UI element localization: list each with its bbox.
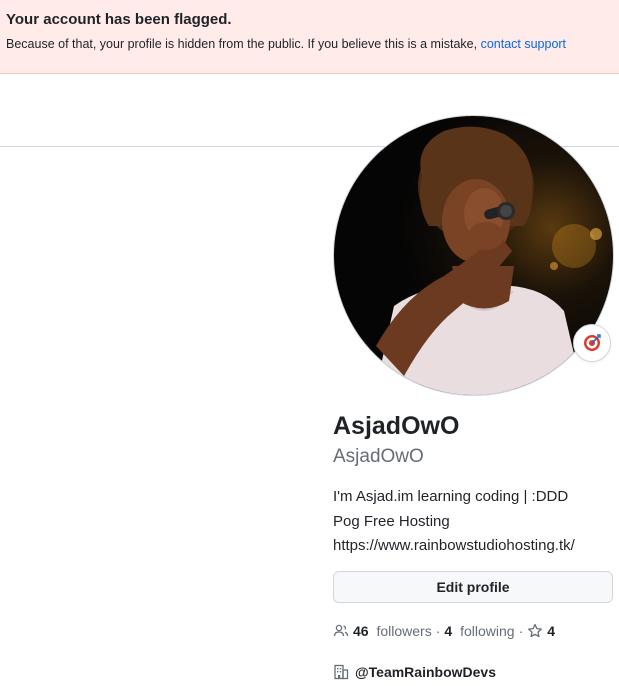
banner-title: Your account has been flagged. [6,11,232,28]
following-label: following [460,623,515,639]
avatar[interactable] [333,115,614,396]
profile-username: AsjadOwO [333,446,424,467]
separator-dot: · [518,623,524,639]
stars-count: 4 [547,623,556,639]
followers-count: 46 [353,623,369,639]
status-button[interactable] [573,324,611,362]
bio-line: https://www.rainbowstudiohosting.tk/ [333,537,575,554]
profile-display-name: AsjadOwO [333,412,460,440]
target-icon [584,334,601,351]
people-icon [333,623,353,639]
following-count: 4 [444,623,453,639]
following-link[interactable]: 4 following [444,623,514,639]
followers-link[interactable]: 46 followers [353,623,432,639]
follow-stats: 46 followers · 4 following · 4 [333,621,555,641]
flagged-account-banner: Your account has been flagged. Because o… [0,0,619,74]
bio-line: I'm Asjad.im learning coding | :DDD [333,488,569,505]
banner-message: Because of that, your profile is hidden … [6,37,566,51]
avatar-photo [374,126,602,395]
bio-line: Pog Free Hosting [333,512,450,530]
organization-row: @TeamRainbowDevs [333,662,496,682]
organization-icon [333,664,355,680]
banner-message-text: Because of that, your profile is hidden … [6,37,481,51]
edit-profile-button[interactable]: Edit profile [333,571,613,603]
contact-support-link[interactable]: contact support [481,37,566,51]
stars-link[interactable]: 4 [527,623,555,639]
separator-dot: · [435,623,441,639]
followers-label: followers [376,623,432,639]
organization-link[interactable]: @TeamRainbowDevs [355,664,496,680]
star-icon [527,623,547,639]
profile-bio: I'm Asjad.im learning coding | :DDD Pog … [333,485,619,559]
